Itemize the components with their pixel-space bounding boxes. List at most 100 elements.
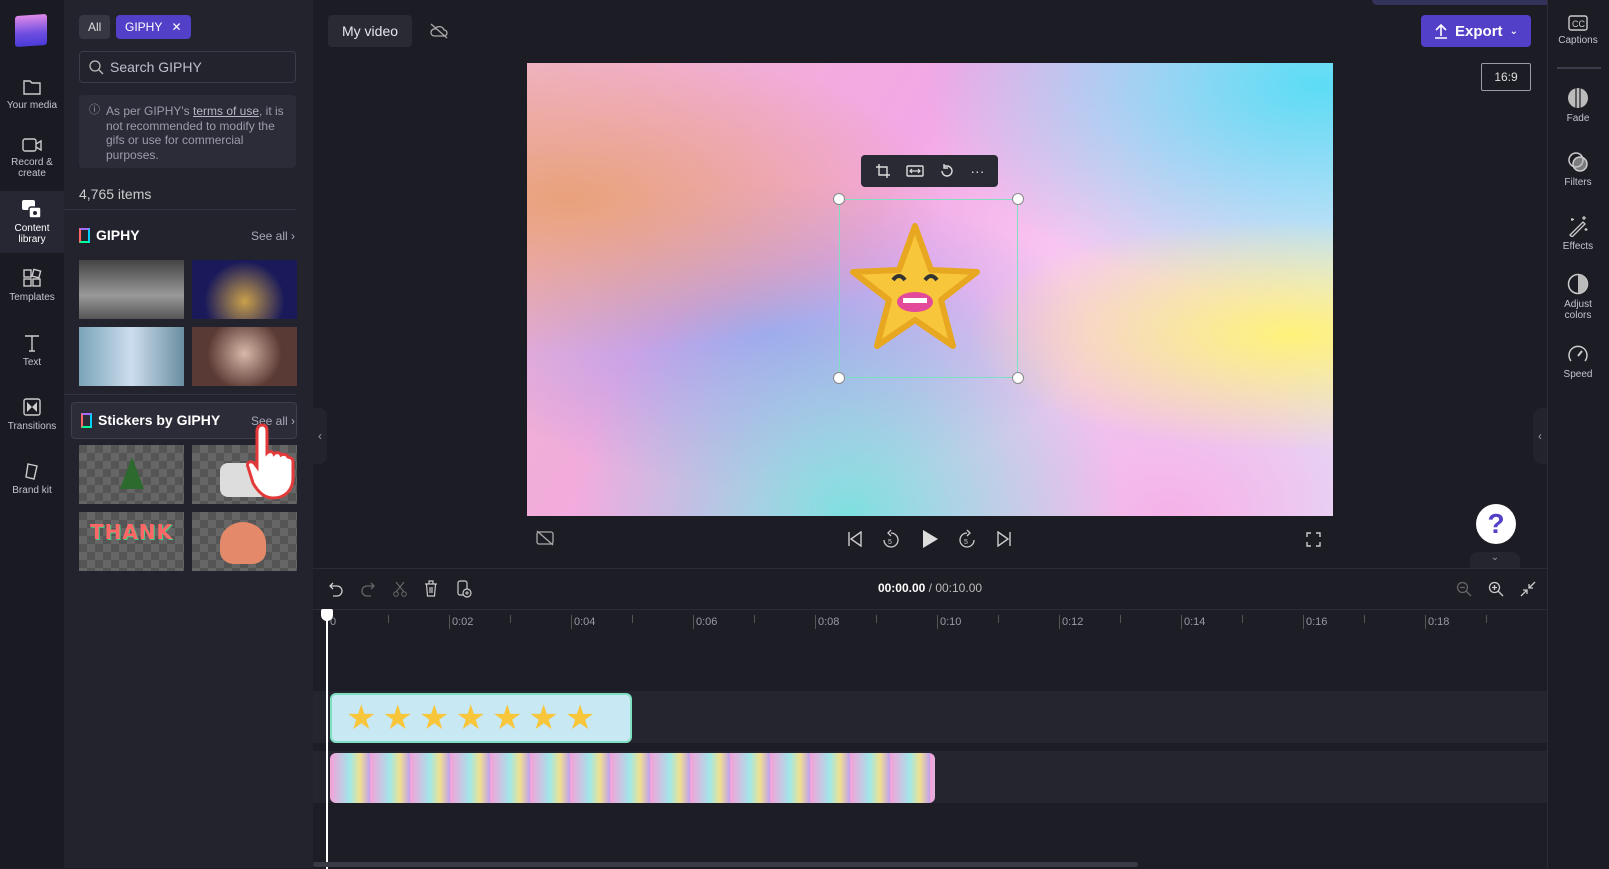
transitions-icon	[23, 398, 41, 416]
background-clip[interactable]	[330, 753, 935, 803]
text-icon	[25, 335, 39, 352]
sticker-thumbnail[interactable]	[79, 445, 184, 504]
giphy-logo-icon	[79, 227, 90, 243]
ruler-tick-label: 0:10	[937, 615, 961, 629]
terms-of-use-link[interactable]: terms of use	[193, 104, 259, 118]
ruler-minor-tick	[1242, 615, 1243, 623]
ruler-minor-tick	[754, 615, 755, 623]
export-button[interactable]: Export ⌄	[1421, 15, 1531, 47]
app-logo	[15, 13, 47, 48]
gif-thumbnail[interactable]	[192, 260, 297, 319]
skip-back-icon[interactable]	[847, 531, 863, 547]
rotate-icon[interactable]	[939, 163, 955, 179]
ruler-tick-label: 0:18	[1425, 615, 1449, 629]
resize-handle[interactable]	[1012, 372, 1024, 384]
filters-button[interactable]: Filters	[1547, 151, 1609, 188]
gif-thumbnail[interactable]	[192, 327, 297, 386]
rail-brand-kit[interactable]: Brand kit	[0, 461, 64, 501]
ruler-minor-tick	[632, 615, 633, 623]
rail-transitions[interactable]: Transitions	[0, 397, 64, 437]
playhead-handle[interactable]	[321, 609, 333, 621]
gif-thumbnail[interactable]	[79, 327, 184, 386]
speed-button[interactable]: Speed	[1547, 343, 1609, 380]
content-library-icon	[22, 200, 42, 219]
filter-chip-all[interactable]: All	[79, 15, 111, 39]
ruler-tick-label: 0:14	[1181, 615, 1205, 629]
playhead[interactable]	[326, 613, 328, 869]
ruler-tick-label: 0:06	[693, 615, 717, 629]
adjust-colors-button[interactable]: Adjust colors	[1547, 273, 1609, 321]
video-preview[interactable]	[527, 63, 1333, 516]
sticker-thumbnail[interactable]	[192, 512, 297, 571]
crop-icon[interactable]	[875, 163, 891, 179]
giphy-logo-icon	[81, 412, 92, 428]
play-icon[interactable]	[921, 529, 939, 549]
rail-record-create[interactable]: Record & create	[0, 137, 64, 187]
divider	[1557, 67, 1601, 69]
filter-chip-giphy[interactable]: GIPHY ✕	[116, 15, 191, 39]
see-all-giphy[interactable]: See all ›	[251, 229, 295, 243]
help-button[interactable]: ?	[1476, 504, 1516, 544]
divider	[1547, 0, 1548, 868]
chevron-down-icon: ⌄	[1509, 25, 1518, 37]
speed-icon	[1568, 345, 1588, 362]
fullscreen-icon[interactable]	[1306, 532, 1321, 547]
fade-icon	[1568, 88, 1588, 108]
element-toolbar: ···	[861, 155, 998, 187]
more-options-icon[interactable]: ···	[970, 163, 984, 179]
star-frame: ★	[382, 699, 413, 737]
forward-5-icon[interactable]: 5	[958, 529, 976, 549]
ruler-minor-tick	[876, 615, 877, 623]
collapse-properties-button[interactable]: ‹	[1533, 408, 1547, 464]
svg-text:5: 5	[964, 539, 968, 546]
ruler-tick-label: 0:02	[449, 615, 473, 629]
collapse-preview-button[interactable]: ⌄	[1470, 552, 1520, 568]
resize-handle[interactable]	[1012, 193, 1024, 205]
ruler-tick-label: 0:08	[815, 615, 839, 629]
ruler-minor-tick	[1486, 615, 1487, 623]
resize-handle[interactable]	[833, 193, 845, 205]
timeline: 00:00.00 / 00:10.00 0 0:02 0:04 0:06 0:08 0:1…	[313, 568, 1547, 869]
fit-timeline-icon[interactable]	[1520, 581, 1536, 597]
ruler-minor-tick	[510, 615, 511, 623]
zoom-in-icon[interactable]	[1488, 581, 1504, 597]
divider	[313, 609, 1547, 610]
rail-text[interactable]: Text	[0, 333, 64, 373]
aspect-ratio-button[interactable]: 16:9	[1481, 63, 1531, 91]
captions-icon: CC	[1568, 15, 1588, 31]
rail-templates[interactable]: Templates	[0, 268, 64, 308]
resize-handle[interactable]	[833, 372, 845, 384]
rail-content-library[interactable]: Content library	[0, 191, 64, 253]
info-icon: ⓘ	[89, 104, 100, 116]
effects-icon	[1569, 216, 1588, 237]
horizontal-scrollbar[interactable]	[313, 862, 1138, 867]
gif-thumbnail[interactable]	[79, 260, 184, 319]
search-input[interactable]: Search GIPHY	[79, 51, 296, 83]
skip-forward-icon[interactable]	[996, 531, 1012, 547]
zoom-out-icon[interactable]	[1456, 581, 1472, 597]
hide-captions-icon[interactable]	[536, 530, 554, 546]
sticker-clip[interactable]: ★ ★ ★ ★ ★ ★ ★	[330, 693, 632, 743]
project-title[interactable]: My video	[328, 15, 413, 47]
sticker-thumbnail[interactable]: THANK	[79, 512, 184, 571]
search-icon	[89, 60, 104, 75]
collapse-panel-button[interactable]: ‹	[313, 408, 327, 464]
filters-icon	[1568, 152, 1588, 172]
svg-text:CC: CC	[1572, 19, 1585, 29]
fade-button[interactable]: Fade	[1547, 87, 1609, 124]
close-icon[interactable]: ✕	[171, 20, 181, 34]
star-sticker[interactable]	[845, 218, 985, 358]
brand-kit-icon	[25, 463, 38, 480]
cloud-off-icon[interactable]	[429, 23, 449, 39]
adjust-colors-icon	[1567, 273, 1589, 295]
fit-icon[interactable]	[906, 164, 924, 178]
star-frame: ★	[455, 699, 486, 737]
captions-button[interactable]: CC Captions	[1547, 15, 1609, 46]
svg-text:5: 5	[888, 539, 892, 546]
effects-button[interactable]: Effects	[1547, 215, 1609, 252]
ruler-minor-tick	[388, 615, 389, 623]
rewind-5-icon[interactable]: 5	[882, 529, 900, 549]
content-panel: All GIPHY ✕ Search GIPHY ⓘ As per GIPHY's…	[64, 0, 313, 868]
rail-your-media[interactable]: Your media	[0, 78, 64, 118]
divider	[64, 394, 296, 395]
